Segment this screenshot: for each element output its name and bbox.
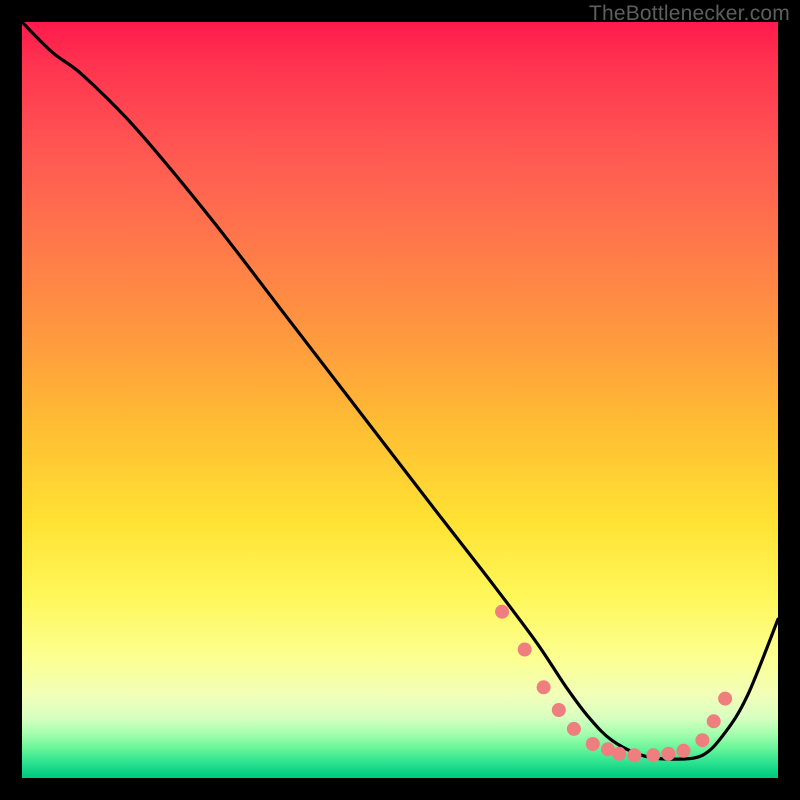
marker-dot: [537, 680, 551, 694]
watermark-text: TheBottlenecker.com: [589, 2, 790, 26]
marker-dot: [627, 748, 641, 762]
marker-dot: [718, 692, 732, 706]
marker-dot: [646, 748, 660, 762]
marker-dot: [677, 744, 691, 758]
marker-dot: [552, 703, 566, 717]
marker-dot: [567, 722, 581, 736]
marker-dot: [612, 747, 626, 761]
chart-frame: [22, 22, 778, 778]
marker-dot: [707, 714, 721, 728]
bottleneck-curve: [22, 22, 778, 759]
marker-dot: [661, 747, 675, 761]
curve-group: [22, 22, 778, 759]
chart-svg: [22, 22, 778, 778]
marker-dot: [518, 643, 532, 657]
marker-dot: [695, 733, 709, 747]
marker-group: [495, 605, 732, 763]
marker-dot: [495, 605, 509, 619]
marker-dot: [586, 737, 600, 751]
plot-area: [22, 22, 778, 778]
